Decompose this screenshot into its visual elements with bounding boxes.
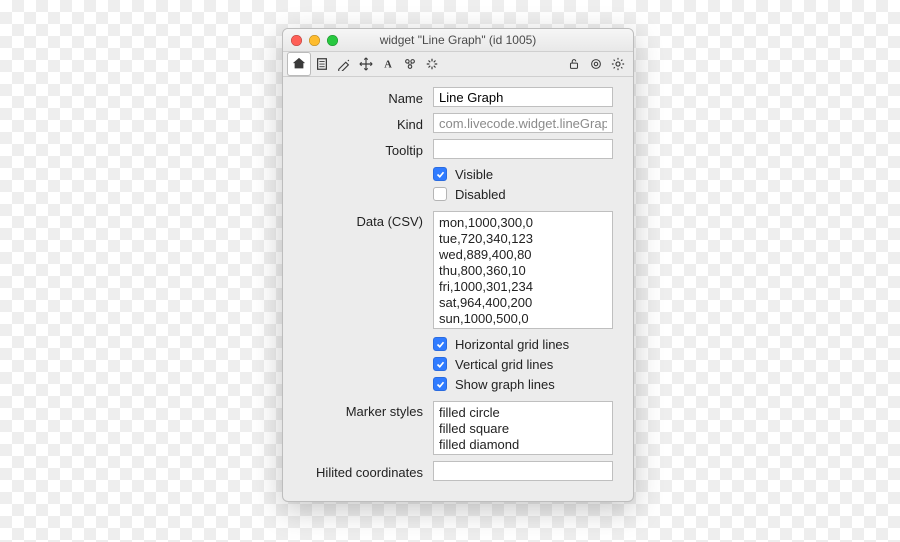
hgrid-label: Horizontal grid lines xyxy=(455,337,569,352)
vgrid-label: Vertical grid lines xyxy=(455,357,553,372)
visible-label: Visible xyxy=(455,167,493,182)
tab-geometry[interactable] xyxy=(421,53,443,75)
label-hilited: Hilited coordinates xyxy=(297,462,433,480)
titlebar: widget "Line Graph" (id 1005) xyxy=(283,29,633,52)
tab-basic[interactable] xyxy=(287,52,311,76)
toolbar: A xyxy=(283,52,633,77)
label-name: Name xyxy=(297,88,433,106)
svg-text:A: A xyxy=(384,60,392,71)
showlines-label: Show graph lines xyxy=(455,377,555,392)
name-field[interactable] xyxy=(433,87,613,107)
kind-field xyxy=(433,113,613,133)
tab-text[interactable]: A xyxy=(377,53,399,75)
disabled-label: Disabled xyxy=(455,187,506,202)
close-icon[interactable] xyxy=(291,35,302,46)
scrollbar[interactable] xyxy=(600,213,611,327)
scrollbar[interactable] xyxy=(600,403,611,453)
inspector-window: widget "Line Graph" (id 1005) A xyxy=(282,28,634,502)
inspector-body: Name Kind Tooltip Visible Disabled xyxy=(283,77,633,501)
label-kind: Kind xyxy=(297,114,433,132)
tab-position[interactable] xyxy=(355,53,377,75)
target-icon[interactable] xyxy=(585,53,607,75)
zoom-icon[interactable] xyxy=(327,35,338,46)
visible-checkbox[interactable] xyxy=(433,167,447,181)
data-field[interactable]: mon,1000,300,0 tue,720,340,123 wed,889,4… xyxy=(433,211,613,329)
tab-advanced[interactable] xyxy=(399,53,421,75)
label-marker-styles: Marker styles xyxy=(297,401,433,419)
label-tooltip: Tooltip xyxy=(297,140,433,158)
lock-icon[interactable] xyxy=(563,53,585,75)
showlines-checkbox[interactable] xyxy=(433,377,447,391)
marker-styles-field[interactable]: filled circle filled square filled diamo… xyxy=(433,401,613,455)
minimize-icon[interactable] xyxy=(309,35,320,46)
disabled-checkbox[interactable] xyxy=(433,187,447,201)
vgrid-checkbox[interactable] xyxy=(433,357,447,371)
hgrid-checkbox[interactable] xyxy=(433,337,447,351)
hilited-field[interactable] xyxy=(433,461,613,481)
tab-contents[interactable] xyxy=(311,53,333,75)
tab-colors[interactable] xyxy=(333,53,355,75)
gear-icon[interactable] xyxy=(607,53,629,75)
tooltip-field[interactable] xyxy=(433,139,613,159)
label-data: Data (CSV) xyxy=(297,211,433,229)
